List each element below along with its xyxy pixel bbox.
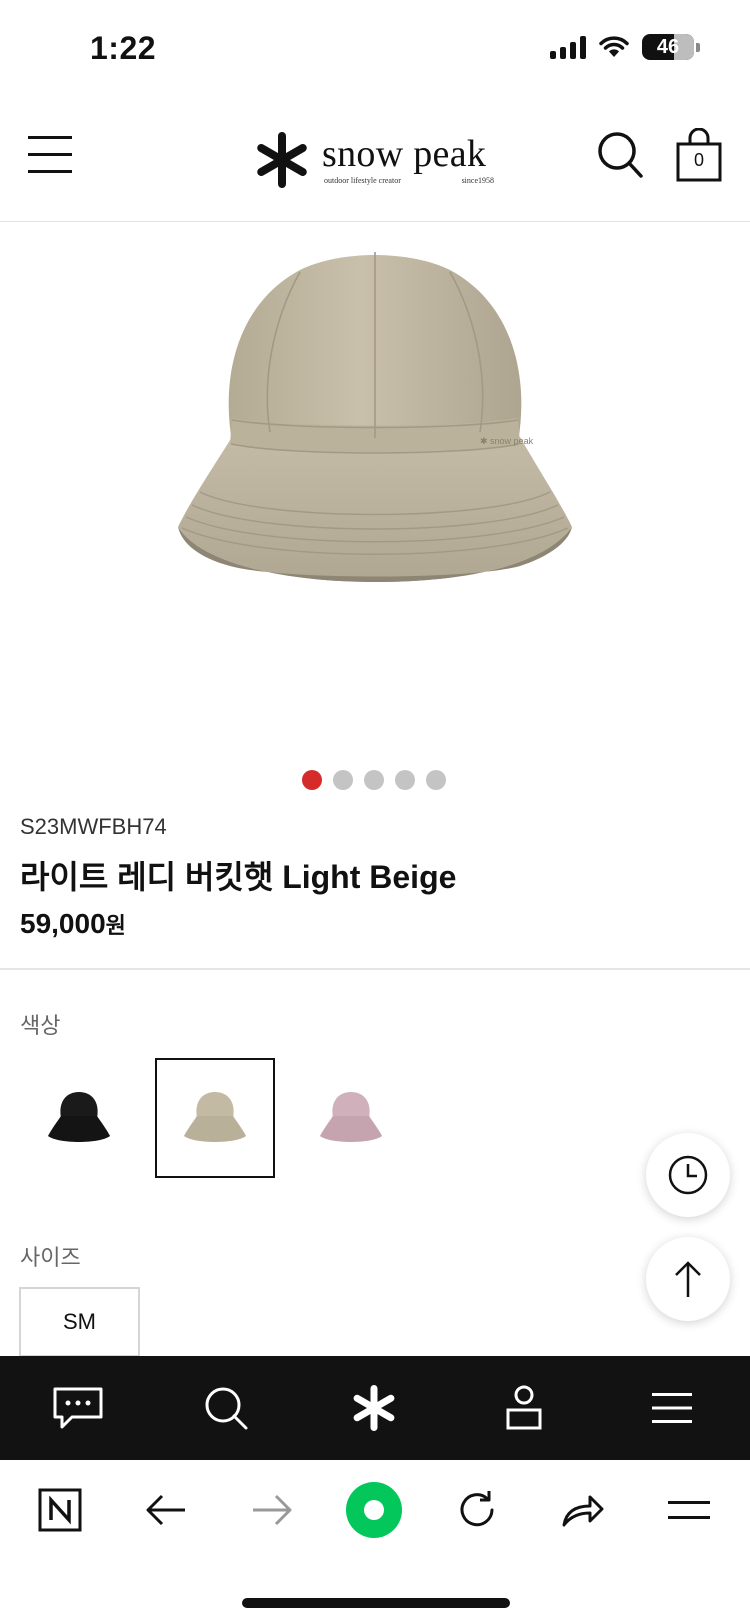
clock-icon [668,1155,708,1195]
color-swatch-black[interactable] [19,1058,139,1178]
product-image[interactable]: ✱ snow peak [0,222,750,742]
naver-green-button[interactable] [342,1460,406,1560]
battery-cap [696,42,700,52]
forward-arrow-icon [253,1494,292,1526]
hat-thumbnail-black [48,1092,110,1142]
status-bar: 1:22 46 [0,0,750,100]
reload-icon [460,1491,494,1527]
nav-chat[interactable] [42,1356,114,1460]
color-swatch-light-beige[interactable] [155,1058,275,1178]
user-icon [506,1385,542,1430]
snowpeak-star-icon [257,132,307,188]
share-icon [562,1495,604,1527]
menu-icon [652,1393,692,1423]
site-header: snow peak outdoor lifestyle creator sinc… [0,100,750,222]
browser-menu-button[interactable] [658,1460,720,1560]
back-arrow-icon [146,1494,185,1526]
battery-level: 46 [656,35,680,58]
cart-count: 0 [693,150,704,170]
search-icon [205,1387,248,1430]
browser-home-button[interactable] [30,1460,90,1560]
price-amount: 59,000 [20,908,106,939]
naver-green-dot-icon [346,1482,402,1538]
browser-reload-button[interactable] [447,1460,507,1560]
browser-toolbar [0,1460,750,1570]
status-time: 1:22 [90,30,157,66]
gallery-dot[interactable] [426,770,446,790]
nav-menu[interactable] [636,1356,708,1460]
naver-n-icon [38,1488,82,1532]
gallery-dot[interactable] [302,770,322,790]
menu-icon [668,1501,710,1519]
hamburger-menu-button[interactable] [28,136,72,174]
recent-history-button[interactable] [646,1133,730,1217]
hat-thumbnail-pink [320,1092,382,1142]
scroll-top-button[interactable] [646,1237,730,1321]
brand-tagline: outdoor lifestyle creator [324,176,401,185]
gallery-pagination [302,770,446,790]
gallery-dot[interactable] [364,770,384,790]
hat-thumbnail-light-beige [184,1092,246,1142]
nav-home[interactable] [338,1356,410,1460]
nav-search[interactable] [190,1356,262,1460]
arrow-up-icon [675,1261,701,1297]
price-currency: 원 [105,913,126,938]
color-label: 색상 [20,1013,61,1038]
search-icon[interactable] [596,130,644,180]
gallery-dot[interactable] [395,770,415,790]
browser-share-button[interactable] [552,1460,612,1560]
home-indicator[interactable] [242,1598,510,1608]
color-swatch-pink[interactable] [291,1058,411,1178]
cart-button[interactable]: 0 [676,128,722,182]
wifi-icon [599,36,629,57]
chat-icon [53,1387,103,1429]
status-icons: 46 [550,34,700,60]
svg-text:✱ snow peak: ✱ snow peak [480,436,534,446]
size-option-sm[interactable]: SM [19,1287,140,1357]
product-price: 59,000원 [20,908,126,940]
cellular-signal-icon [550,35,586,59]
browser-forward-button[interactable] [242,1460,302,1560]
nav-my-page[interactable] [488,1356,560,1460]
brand-name: snow peak [322,133,487,175]
snowpeak-logo-icon [353,1385,395,1431]
product-title: 라이트 레디 버킷햇 Light Beige [20,859,457,895]
battery-icon: 46 [642,34,694,60]
size-label: 사이즈 [20,1245,81,1270]
product-sku: S23MWFBH74 [20,814,167,839]
gallery-dot[interactable] [333,770,353,790]
brand-since: since1958 [461,176,494,185]
section-divider [0,968,750,970]
snowpeak-logo[interactable]: snow peak outdoor lifestyle creator sinc… [254,130,498,190]
browser-back-button[interactable] [136,1460,196,1560]
site-bottom-nav [0,1356,750,1460]
